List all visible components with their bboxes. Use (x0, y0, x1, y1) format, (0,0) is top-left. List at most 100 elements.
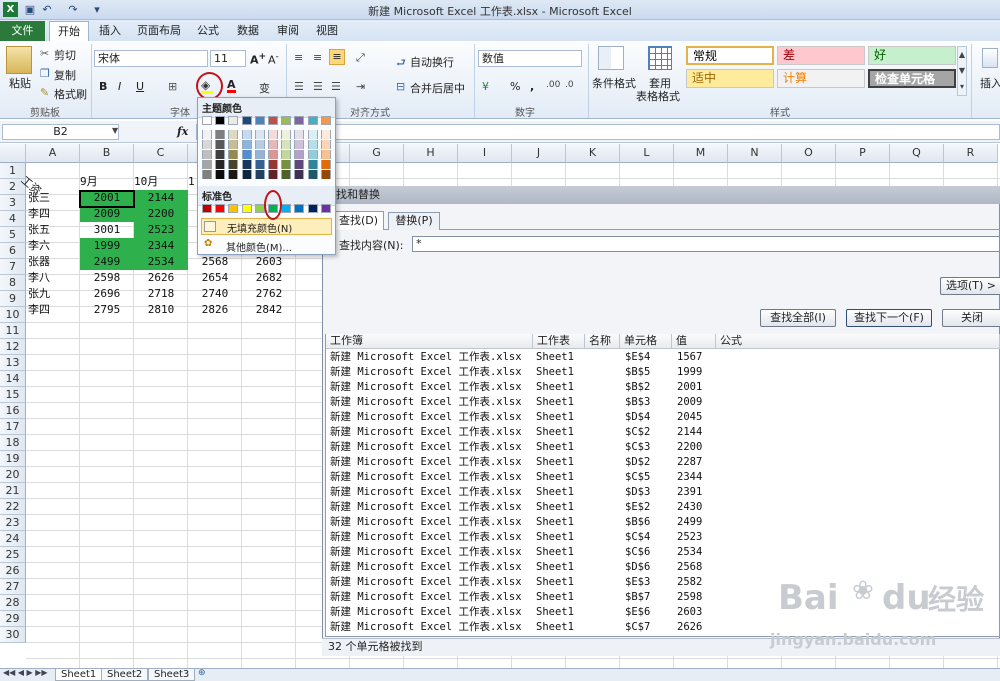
cell-name[interactable]: 张五 (26, 222, 80, 238)
theme-shade-swatch[interactable] (268, 160, 278, 169)
row-header-9[interactable]: 9 (0, 291, 26, 307)
result-row[interactable]: 新建 Microsoft Excel 工作表.xlsx Sheet1 $C$3 220… (327, 440, 727, 455)
accounting-format-icon[interactable]: ¥ (482, 80, 489, 93)
font-color-icon[interactable]: A (227, 79, 236, 93)
theme-shade-swatch[interactable] (228, 160, 239, 169)
cell-b[interactable]: 2795 (80, 302, 134, 318)
theme-shade-swatch[interactable] (254, 130, 265, 139)
sheet-tab-3[interactable]: Sheet3 (148, 669, 196, 681)
cell-c[interactable]: 2626 (134, 270, 188, 286)
tab-file[interactable]: 文件 (0, 21, 45, 41)
cell-name[interactable]: 张器 (26, 254, 80, 270)
row-header-23[interactable]: 23 (0, 515, 26, 531)
theme-shade-swatch[interactable] (241, 140, 252, 149)
theme-shade-swatch[interactable] (268, 130, 278, 139)
column-header-k[interactable]: K (566, 144, 620, 163)
tab-insert[interactable]: 插入 (95, 21, 125, 41)
tab-home[interactable]: 开始 (49, 21, 89, 41)
theme-shade-swatch[interactable] (215, 130, 226, 139)
result-row[interactable]: 新建 Microsoft Excel 工作表.xlsx Sheet1 $D$3 239… (327, 485, 727, 500)
row-header-20[interactable]: 20 (0, 467, 26, 483)
result-row[interactable]: 新建 Microsoft Excel 工作表.xlsx Sheet1 $E$6 260… (327, 605, 727, 620)
column-header-j[interactable]: J (512, 144, 566, 163)
cell-b[interactable]: 2499 (80, 254, 134, 270)
row-header-6[interactable]: 6 (0, 243, 26, 259)
row-header-13[interactable]: 13 (0, 355, 26, 371)
cell-e[interactable]: 2682 (242, 270, 296, 286)
standard-color-swatch[interactable] (228, 204, 239, 213)
header-cell-c1[interactable]: 10月 (134, 174, 188, 190)
results-col-workbook[interactable]: 工作簿 (326, 334, 533, 349)
result-row[interactable]: 新建 Microsoft Excel 工作表.xlsx Sheet1 $E$4 156… (327, 350, 727, 365)
cell-b[interactable]: 2696 (80, 286, 134, 302)
name-box-dropdown-icon[interactable]: ▼ (112, 126, 118, 135)
standard-color-swatch[interactable] (281, 204, 292, 213)
wrap-text-button[interactable]: 自动换行 (410, 54, 454, 70)
theme-shade-swatch[interactable] (294, 150, 305, 159)
results-col-cell[interactable]: 单元格 (620, 334, 672, 349)
increase-decimal-icon[interactable]: .00 (546, 80, 560, 90)
column-header-p[interactable]: P (836, 144, 890, 163)
theme-shade-swatch[interactable] (202, 130, 212, 139)
cut-icon[interactable]: ✂ (40, 47, 49, 60)
cell-e[interactable]: 2842 (242, 302, 296, 318)
standard-color-swatch[interactable] (241, 204, 252, 213)
row-header-19[interactable]: 19 (0, 451, 26, 467)
theme-shade-swatch[interactable] (241, 160, 252, 169)
column-header-g[interactable]: G (350, 144, 404, 163)
tab-replace[interactable]: 替换(P) (388, 212, 440, 230)
standard-color-swatch[interactable] (202, 204, 212, 213)
theme-shade-swatch[interactable] (307, 150, 318, 159)
sheet-tab-1[interactable]: Sheet1 (55, 669, 103, 681)
result-row[interactable]: 新建 Microsoft Excel 工作表.xlsx Sheet1 $E$3 258… (327, 575, 727, 590)
column-header-n[interactable]: N (728, 144, 782, 163)
theme-shade-swatch[interactable] (202, 170, 212, 179)
result-row[interactable]: 新建 Microsoft Excel 工作表.xlsx Sheet1 $B$5 199… (327, 365, 727, 380)
cell-c[interactable]: 2344 (134, 238, 188, 254)
cell-style-2[interactable]: 差 (777, 46, 865, 65)
cell-name[interactable]: 张九 (26, 286, 80, 302)
comma-button[interactable]: , (530, 80, 534, 93)
theme-shade-swatch[interactable] (228, 140, 239, 149)
bold-button[interactable]: B (99, 80, 107, 93)
find-all-button[interactable]: 查找全部(I) (760, 309, 836, 327)
decrease-decimal-icon[interactable]: .0 (565, 80, 574, 90)
theme-shade-swatch[interactable] (215, 160, 226, 169)
theme-shade-swatch[interactable] (268, 150, 278, 159)
insert-cells-icon[interactable] (982, 48, 998, 68)
row-header-8[interactable]: 8 (0, 275, 26, 291)
theme-shade-swatch[interactable] (254, 150, 265, 159)
shrink-font-icon[interactable]: A- (268, 51, 279, 67)
theme-shade-swatch[interactable] (294, 130, 305, 139)
copy-icon[interactable]: ❐ (40, 67, 50, 80)
row-header-17[interactable]: 17 (0, 419, 26, 435)
results-col-name[interactable]: 名称 (585, 334, 620, 349)
theme-color-swatch[interactable] (281, 116, 292, 125)
tab-find[interactable]: 查找(D) (333, 211, 384, 230)
row-header-30[interactable]: 30 (0, 627, 26, 643)
phonetic-button[interactable]: 变 (259, 80, 270, 96)
tab-view[interactable]: 视图 (313, 21, 341, 41)
insert-sheet-icon[interactable]: ⊕ (198, 668, 206, 678)
result-row[interactable]: 新建 Microsoft Excel 工作表.xlsx Sheet1 $C$2 214… (327, 425, 727, 440)
result-row[interactable]: 新建 Microsoft Excel 工作表.xlsx Sheet1 $D$6 256… (327, 560, 727, 575)
gallery-scroll[interactable]: ▲ ▼ ▾ (957, 46, 967, 96)
format-painter-button[interactable]: 格式刷 (54, 86, 87, 102)
number-format-combo[interactable]: 数值 (478, 50, 582, 67)
row-header-28[interactable]: 28 (0, 595, 26, 611)
cell-style-5[interactable]: 计算 (777, 69, 865, 88)
cell-e[interactable]: 2603 (242, 254, 296, 270)
row-header-1[interactable]: 1 (0, 163, 26, 179)
row-header-24[interactable]: 24 (0, 531, 26, 547)
row-header-11[interactable]: 11 (0, 323, 26, 339)
border-icon[interactable]: ⊞ (168, 80, 177, 93)
theme-shade-swatch[interactable] (228, 170, 239, 179)
result-row[interactable]: 新建 Microsoft Excel 工作表.xlsx Sheet1 $B$2 200… (327, 380, 727, 395)
theme-shade-swatch[interactable] (281, 150, 292, 159)
theme-shade-swatch[interactable] (228, 150, 239, 159)
cell-name[interactable]: 李四 (26, 206, 80, 222)
select-all-corner[interactable] (0, 144, 26, 163)
column-header-c[interactable]: C (134, 144, 188, 163)
theme-shade-swatch[interactable] (241, 170, 252, 179)
theme-shade-swatch[interactable] (307, 140, 318, 149)
